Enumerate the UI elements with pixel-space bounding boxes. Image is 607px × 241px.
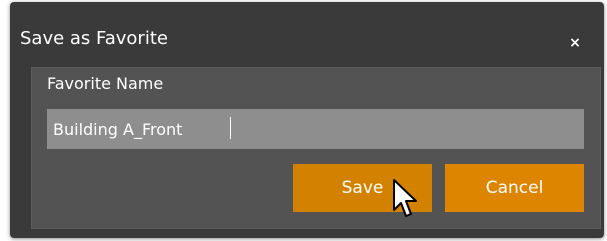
dialog-title: Save as Favorite — [20, 28, 168, 49]
close-icon[interactable]: × — [569, 36, 581, 50]
text-caret — [230, 117, 231, 139]
favorite-name-label: Favorite Name — [47, 74, 164, 93]
save-button[interactable]: Save — [293, 164, 432, 212]
save-favorite-dialog: Save as Favorite × Favorite Name Save Ca… — [10, 2, 604, 238]
favorite-name-input[interactable] — [47, 109, 584, 149]
cancel-button[interactable]: Cancel — [445, 164, 584, 212]
